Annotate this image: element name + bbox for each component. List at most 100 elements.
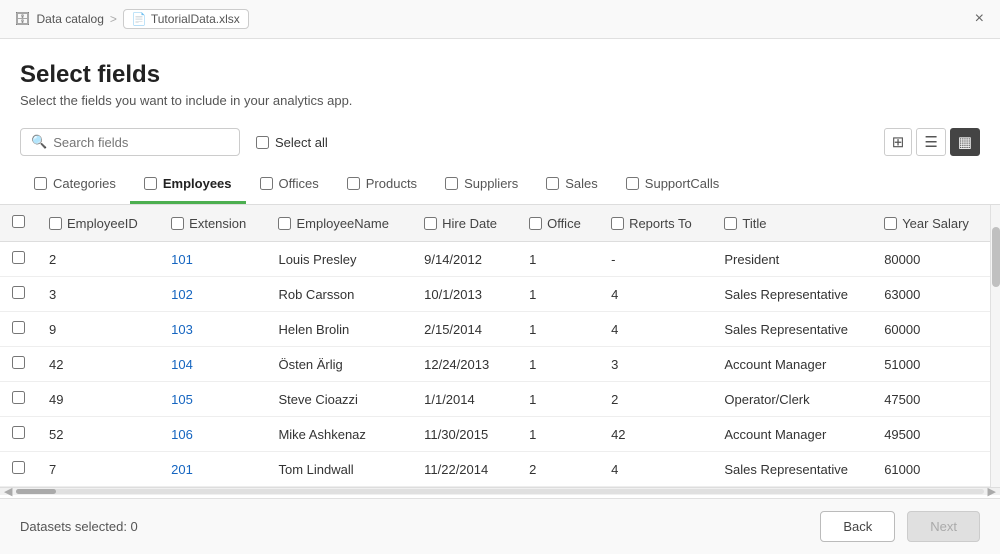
col-header-office[interactable]: Office (517, 205, 599, 242)
cell-employeename: Östen Ärlig (266, 347, 412, 382)
tab-categories[interactable]: Categories (20, 166, 130, 204)
col-employeeid-checkbox[interactable] (49, 217, 62, 230)
datasets-selected-info: Datasets selected: 0 (20, 519, 138, 534)
scroll-thumb[interactable] (16, 489, 56, 494)
cell-hiredate: 11/30/2015 (412, 417, 517, 452)
table-wrap[interactable]: EmployeeID Extension EmployeeName Hire D… (0, 205, 990, 487)
col-header-select (0, 205, 37, 242)
cell-yearsalary: 61000 (872, 452, 990, 487)
table-row: 9 103 Helen Brolin 2/15/2014 1 4 Sales R… (0, 312, 990, 347)
cell-employeename: Tom Lindwall (266, 452, 412, 487)
cell-title: Sales Representative (712, 452, 872, 487)
tab-categories-label: Categories (53, 176, 116, 191)
col-title-checkbox[interactable] (724, 217, 737, 230)
col-header-employeeid[interactable]: EmployeeID (37, 205, 159, 242)
tab-supportcalls[interactable]: SupportCalls (612, 166, 733, 204)
row-checkbox-cell (0, 452, 37, 487)
grid-view-button[interactable]: ⊞ (884, 128, 913, 156)
cell-hiredate: 12/24/2013 (412, 347, 517, 382)
cell-extension[interactable]: 104 (159, 347, 266, 382)
row-checkbox[interactable] (12, 391, 25, 404)
cell-office: 1 (517, 242, 599, 277)
tab-products-label: Products (366, 176, 417, 191)
cell-extension[interactable]: 102 (159, 277, 266, 312)
search-input[interactable] (53, 135, 229, 150)
col-header-extension[interactable]: Extension (159, 205, 266, 242)
col-reportsto-checkbox[interactable] (611, 217, 624, 230)
back-button[interactable]: Back (820, 511, 895, 542)
cell-extension[interactable]: 105 (159, 382, 266, 417)
cell-office: 1 (517, 347, 599, 382)
col-header-employeename[interactable]: EmployeeName (266, 205, 412, 242)
col-header-reportsto[interactable]: Reports To (599, 205, 712, 242)
cell-reportsto: 4 (599, 452, 712, 487)
cell-reportsto: 42 (599, 417, 712, 452)
tab-offices-checkbox[interactable] (260, 177, 273, 190)
scrollbar-thumb[interactable] (992, 227, 1000, 287)
row-checkbox[interactable] (12, 286, 25, 299)
tab-supportcalls-checkbox[interactable] (626, 177, 639, 190)
cell-title: Account Manager (712, 417, 872, 452)
tab-suppliers-checkbox[interactable] (445, 177, 458, 190)
tab-sales[interactable]: Sales (532, 166, 612, 204)
col-header-yearsalary[interactable]: Year Salary (872, 205, 990, 242)
cell-extension[interactable]: 103 (159, 312, 266, 347)
cell-yearsalary: 49500 (872, 417, 990, 452)
cell-hiredate: 2/15/2014 (412, 312, 517, 347)
select-all-wrap: Select all (256, 135, 328, 150)
col-hiredate-checkbox[interactable] (424, 217, 437, 230)
next-button[interactable]: Next (907, 511, 980, 542)
breadcrumb-home[interactable]: Data catalog (37, 12, 104, 26)
database-icon: 🗄 (14, 11, 31, 27)
tab-products-checkbox[interactable] (347, 177, 360, 190)
cell-employeename: Rob Carsson (266, 277, 412, 312)
tab-employees[interactable]: Employees (130, 166, 246, 204)
cell-employeeid: 52 (37, 417, 159, 452)
tab-products[interactable]: Products (333, 166, 431, 204)
list-view-button[interactable]: ☰ (916, 128, 945, 156)
table-view-button[interactable]: ▦ (950, 128, 980, 156)
row-checkbox[interactable] (12, 356, 25, 369)
row-checkbox[interactable] (12, 426, 25, 439)
col-yearsalary-checkbox[interactable] (884, 217, 897, 230)
col-employeename-checkbox[interactable] (278, 217, 291, 230)
file-chip[interactable]: 📄 TutorialData.xlsx (123, 9, 249, 29)
cell-employeeid: 2 (37, 242, 159, 277)
select-all-label[interactable]: Select all (275, 135, 328, 150)
tab-offices[interactable]: Offices (246, 166, 333, 204)
page-subtitle: Select the fields you want to include in… (20, 93, 980, 108)
scroll-track (16, 489, 983, 494)
cell-employeeid: 3 (37, 277, 159, 312)
horizontal-scrollbar[interactable]: ◀ ▶ (0, 487, 1000, 495)
col-select-all[interactable] (12, 215, 25, 228)
tab-sales-label: Sales (565, 176, 598, 191)
data-table: EmployeeID Extension EmployeeName Hire D… (0, 205, 990, 487)
tab-suppliers[interactable]: Suppliers (431, 166, 532, 204)
cell-hiredate: 1/1/2014 (412, 382, 517, 417)
col-header-hiredate[interactable]: Hire Date (412, 205, 517, 242)
search-icon: 🔍 (31, 134, 47, 150)
file-icon: 📄 (132, 12, 147, 26)
col-extension-checkbox[interactable] (171, 217, 184, 230)
row-checkbox[interactable] (12, 321, 25, 334)
tab-sales-checkbox[interactable] (546, 177, 559, 190)
vertical-scrollbar[interactable] (990, 205, 1000, 487)
col-header-title[interactable]: Title (712, 205, 872, 242)
col-office-checkbox[interactable] (529, 217, 542, 230)
select-all-checkbox[interactable] (256, 136, 269, 149)
cell-employeename: Louis Presley (266, 242, 412, 277)
tab-categories-checkbox[interactable] (34, 177, 47, 190)
cell-extension[interactable]: 101 (159, 242, 266, 277)
search-box[interactable]: 🔍 (20, 128, 240, 156)
cell-employeeid: 9 (37, 312, 159, 347)
close-button[interactable]: × (973, 8, 986, 30)
cell-title: Sales Representative (712, 277, 872, 312)
cell-yearsalary: 47500 (872, 382, 990, 417)
row-checkbox[interactable] (12, 251, 25, 264)
cell-office: 1 (517, 277, 599, 312)
cell-extension[interactable]: 201 (159, 452, 266, 487)
cell-extension[interactable]: 106 (159, 417, 266, 452)
row-checkbox[interactable] (12, 461, 25, 474)
tab-employees-checkbox[interactable] (144, 177, 157, 190)
cell-title: Operator/Clerk (712, 382, 872, 417)
